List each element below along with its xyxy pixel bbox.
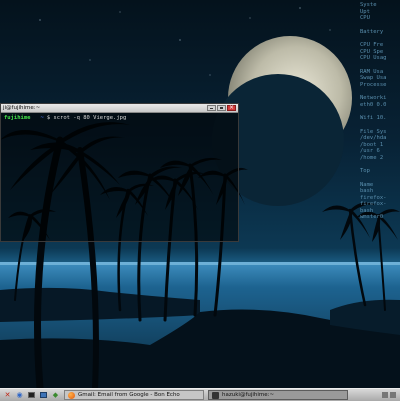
terminal-icon	[212, 391, 219, 399]
tray-icon[interactable]	[390, 392, 396, 398]
prompt-user: fujihime	[4, 115, 31, 121]
conky-line: wmster0	[360, 214, 384, 220]
taskbar-task-terminal[interactable]: hazuki@fujihime:~	[208, 390, 348, 400]
system-tray	[382, 392, 396, 398]
maximize-button[interactable]	[217, 105, 226, 111]
terminal-titlebar[interactable]: ji@fujihime:~	[1, 104, 238, 113]
terminal-output[interactable]: fujihime ~ $ scrot -q 80 Vierge.jpg	[1, 113, 238, 124]
kde-menu-icon[interactable]: ✕	[3, 391, 12, 400]
desktop: Syste Upt CPU Battery CPU Fre CPU Spe CP…	[0, 0, 400, 388]
close-button[interactable]	[227, 104, 236, 112]
minimize-button[interactable]	[207, 105, 216, 111]
conky-system-monitor: Syste Upt CPU Battery CPU Fre CPU Spe CP…	[360, 2, 400, 242]
terminal-window[interactable]: ji@fujihime:~ fujihime ~$ scrot -q 80 Vie…	[0, 103, 239, 242]
terminal-launcher-icon[interactable]	[27, 391, 36, 400]
firefox-icon	[68, 391, 75, 399]
desktop-icon[interactable]	[39, 391, 48, 400]
taskbar: ✕ ◉ ◆ Gmail: Email from Google - Bon Ech…	[0, 388, 400, 401]
prompt-directory: ~	[40, 115, 44, 121]
konqueror-icon[interactable]: ◉	[15, 391, 24, 400]
tray-icon[interactable]	[382, 392, 388, 398]
browser-launcher-icon[interactable]: ◆	[51, 391, 60, 400]
task-label: hazuki@fujihime:~	[222, 392, 275, 398]
terminal-command: $ scrot -q 80 Vierge.jpg	[46, 115, 127, 121]
taskbar-task-gmail[interactable]: Gmail: Email from Google - Bon Echo	[64, 390, 204, 400]
window-controls	[207, 104, 236, 112]
terminal-title: ji@fujihime:~	[3, 105, 41, 111]
task-label: Gmail: Email from Google - Bon Echo	[78, 392, 180, 398]
